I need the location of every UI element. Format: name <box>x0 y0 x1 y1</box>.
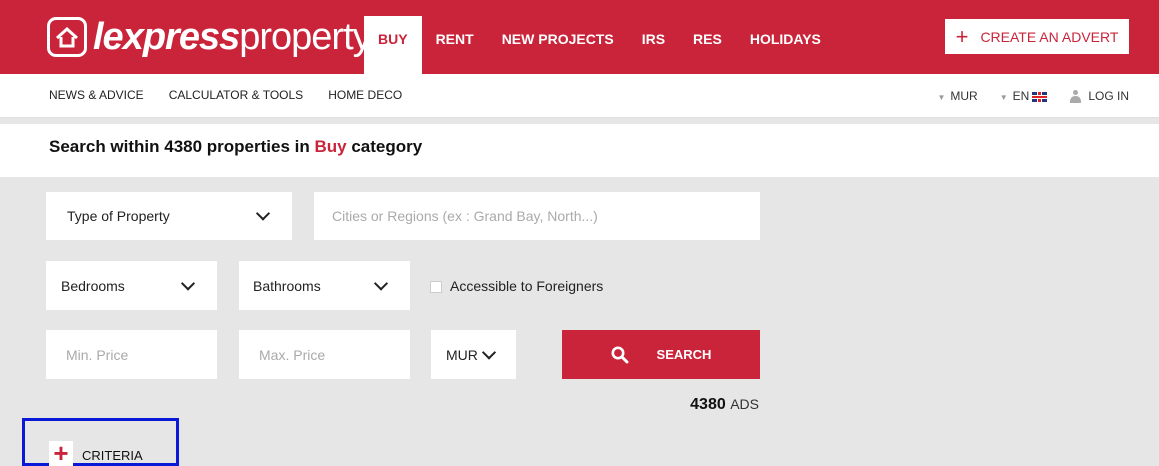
create-advert-button[interactable]: + CREATE AN ADVERT <box>945 19 1129 54</box>
logo-text: lexpressproperty <box>93 14 372 60</box>
min-price-placeholder: Min. Price <box>66 346 129 363</box>
caret-down-icon: ▼ <box>999 93 1008 103</box>
currency-value: MUR <box>950 89 978 104</box>
uk-flag-icon <box>1032 91 1048 102</box>
criteria-label: CRITERIA <box>82 448 143 463</box>
search-icon <box>611 346 629 363</box>
main-nav: BUY RENT NEW PROJECTS IRS RES HOLIDAYS <box>364 16 835 74</box>
caret-down-icon: ▼ <box>937 93 946 103</box>
results-unit: ADS <box>730 396 759 412</box>
max-price-input[interactable]: Max. Price <box>239 330 410 379</box>
logo-text-bold: lexpress <box>93 16 240 58</box>
nav-buy[interactable]: BUY <box>364 16 422 74</box>
nav-holidays[interactable]: HOLIDAYS <box>736 16 835 74</box>
headline-category: Buy <box>314 137 347 156</box>
bedrooms-value: Bedrooms <box>61 277 125 294</box>
search-label: SEARCH <box>656 347 712 362</box>
login-link[interactable]: LOG IN <box>1069 89 1129 104</box>
accessible-foreigners-label: Accessible to Foreigners <box>450 278 604 294</box>
nav-res[interactable]: RES <box>679 16 736 74</box>
criteria-toggle[interactable]: + CRITERIA <box>22 418 179 466</box>
plus-icon: + <box>49 440 73 466</box>
accessible-foreigners-checkbox[interactable] <box>430 281 442 293</box>
subnav-home-deco[interactable]: HOME DECO <box>328 88 402 102</box>
user-icon <box>1069 90 1082 104</box>
price-currency-value: MUR <box>446 346 478 363</box>
chevron-down-icon <box>180 275 196 291</box>
bathrooms-value: Bathrooms <box>253 277 321 294</box>
location-placeholder: Cities or Regions (ex : Grand Bay, North… <box>332 208 598 224</box>
sub-nav-tools: ▼ MUR ▼ EN LOG IN <box>937 89 1129 104</box>
price-currency-select[interactable]: MUR <box>431 330 516 379</box>
nav-irs[interactable]: IRS <box>628 16 679 74</box>
chevron-down-icon <box>255 206 271 221</box>
bedrooms-select[interactable]: Bedrooms <box>46 261 217 310</box>
min-price-input[interactable]: Min. Price <box>46 330 217 379</box>
location-input[interactable]: Cities or Regions (ex : Grand Bay, North… <box>314 192 760 240</box>
language-value: EN <box>1012 89 1030 104</box>
create-advert-label: CREATE AN ADVERT <box>980 28 1119 45</box>
chevron-down-icon <box>481 344 497 360</box>
currency-dropdown[interactable]: ▼ MUR <box>937 89 977 103</box>
nav-rent[interactable]: RENT <box>422 16 488 74</box>
page-title: Search within 4380 properties in Buy cat… <box>49 137 422 157</box>
nav-new-projects[interactable]: NEW PROJECTS <box>488 16 628 74</box>
search-headline: Search within 4380 properties in Buy cat… <box>0 124 1159 177</box>
type-of-property-select[interactable]: Type of Property <box>46 192 292 240</box>
logo-text-light: property <box>239 16 371 58</box>
type-of-property-value: Type of Property <box>67 208 170 224</box>
results-number: 4380 <box>690 396 726 413</box>
top-header: lexpressproperty BUY RENT NEW PROJECTS I… <box>0 0 1159 74</box>
bathrooms-select[interactable]: Bathrooms <box>239 261 410 310</box>
headline-suffix: category <box>346 137 423 156</box>
subnav-calculator-tools[interactable]: CALCULATOR & TOOLS <box>169 88 304 102</box>
plus-icon: + <box>955 23 969 49</box>
site-logo[interactable]: lexpressproperty <box>47 14 372 60</box>
chevron-down-icon <box>373 275 389 291</box>
search-button[interactable]: SEARCH <box>562 330 760 379</box>
login-label: LOG IN <box>1088 89 1129 103</box>
max-price-placeholder: Max. Price <box>259 346 326 363</box>
house-logo-icon <box>47 17 87 57</box>
sub-nav-links: NEWS & ADVICE CALCULATOR & TOOLS HOME DE… <box>49 88 402 102</box>
headline-prefix: Search within 4380 properties in <box>49 137 315 156</box>
sub-nav: NEWS & ADVICE CALCULATOR & TOOLS HOME DE… <box>0 74 1159 118</box>
language-dropdown[interactable]: ▼ EN <box>1000 89 1048 103</box>
results-count: 4380 ADS <box>690 396 759 414</box>
subnav-news-advice[interactable]: NEWS & ADVICE <box>49 88 144 102</box>
